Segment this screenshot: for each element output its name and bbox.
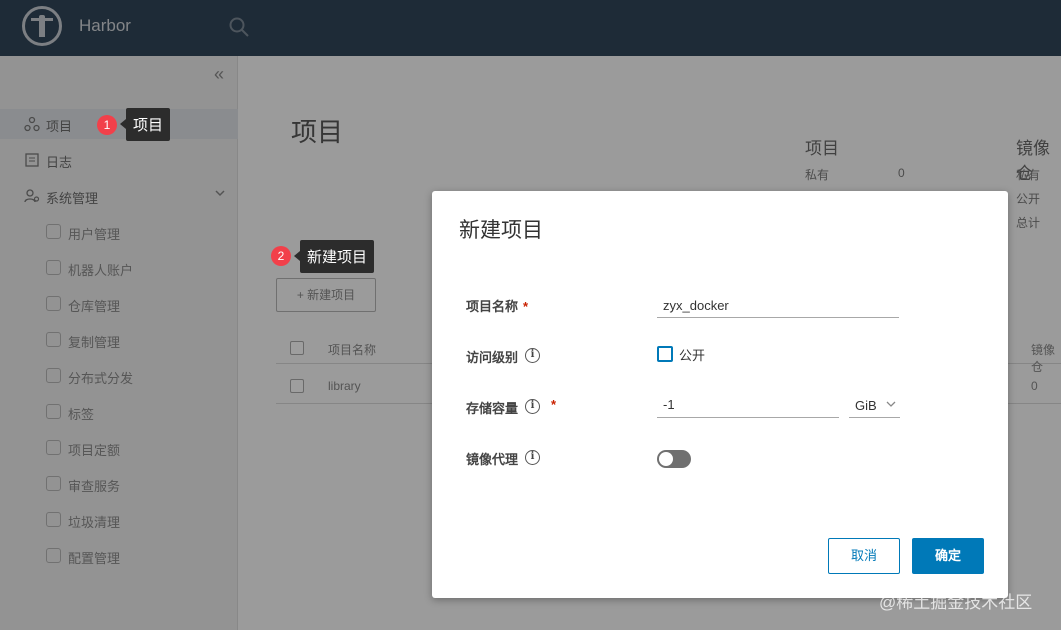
storage-quota-label: 存储容量 xyxy=(466,401,519,416)
toggle-knob xyxy=(659,452,673,466)
new-project-dialog: 新建项目 项目名称* 访问级别 i 公开 存储容量 i * GiB 镜像代理 i… xyxy=(432,191,1008,598)
callout-label-2: 新建项目 xyxy=(293,240,375,273)
watermark: @稀土掘金技术社区 xyxy=(879,593,1033,612)
dialog-title: 新建项目 xyxy=(459,219,543,242)
callout-number-2: 2 xyxy=(271,246,291,266)
confirm-button[interactable]: 确定 xyxy=(912,538,984,574)
project-name-label: 项目名称 * xyxy=(466,299,529,314)
storage-quota-input[interactable] xyxy=(657,392,839,418)
info-icon[interactable]: i xyxy=(525,348,540,363)
callout-label-1: 项目 xyxy=(119,108,171,141)
storage-unit-value: GiB xyxy=(855,398,877,413)
access-level-label: 访问级别 xyxy=(466,350,519,365)
info-icon[interactable]: i xyxy=(525,450,540,465)
proxy-cache-toggle[interactable] xyxy=(657,450,691,468)
public-checkbox-label[interactable]: 公开 xyxy=(679,345,705,364)
chevron-down-icon xyxy=(886,401,896,407)
info-icon[interactable]: i xyxy=(525,399,540,414)
required-mark: * xyxy=(523,299,529,314)
public-checkbox[interactable] xyxy=(657,346,673,362)
proxy-cache-label: 镜像代理 xyxy=(466,452,519,467)
storage-unit-select[interactable]: GiB xyxy=(849,392,900,418)
callout-number-1: 1 xyxy=(97,115,117,135)
project-name-input[interactable] xyxy=(657,294,899,318)
cancel-button[interactable]: 取消 xyxy=(828,538,900,574)
required-mark: * xyxy=(551,397,557,412)
